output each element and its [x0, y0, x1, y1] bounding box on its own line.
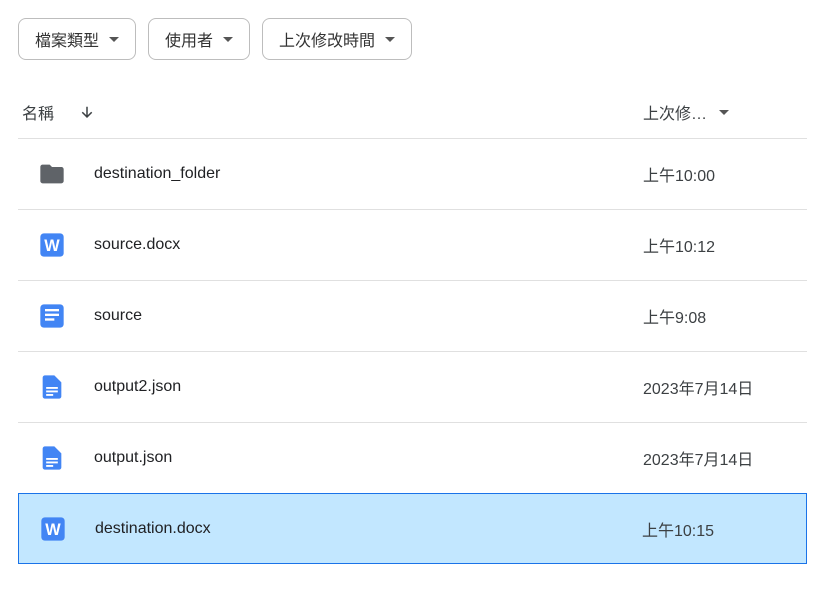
file-modified: 上午9:08 — [643, 304, 803, 328]
column-header-modified[interactable]: 上次修… — [643, 100, 803, 124]
file-row[interactable]: Wsource.docx上午10:12 — [18, 209, 807, 280]
folder-icon — [38, 160, 66, 188]
column-header-name[interactable]: 名稱 — [22, 100, 643, 124]
gdoc-icon — [38, 302, 66, 330]
filter-last-modified-label: 上次修改時間 — [279, 27, 375, 51]
chevron-down-icon — [385, 37, 395, 42]
gfile-icon — [38, 444, 66, 472]
chevron-down-icon — [719, 110, 729, 115]
file-row[interactable]: Wdestination.docx上午10:15 — [18, 493, 807, 564]
file-name: destination_folder — [94, 165, 643, 183]
file-list: 名稱 上次修… destination_folder上午10:00Wsource… — [18, 90, 807, 564]
file-row[interactable]: output.json2023年7月14日 — [18, 422, 807, 493]
file-modified: 上午10:15 — [642, 517, 802, 541]
svg-text:W: W — [45, 520, 61, 538]
svg-text:W: W — [44, 237, 60, 255]
file-row[interactable]: output2.json2023年7月14日 — [18, 351, 807, 422]
chevron-down-icon — [109, 37, 119, 42]
gfile-icon — [38, 373, 66, 401]
filter-file-type[interactable]: 檔案類型 — [18, 18, 136, 60]
file-row[interactable]: source上午9:08 — [18, 280, 807, 351]
column-header-row: 名稱 上次修… — [18, 90, 807, 138]
filter-user[interactable]: 使用者 — [148, 18, 250, 60]
file-modified: 上午10:12 — [643, 233, 803, 257]
word-icon: W — [39, 515, 67, 543]
file-name: destination.docx — [95, 520, 642, 538]
chevron-down-icon — [223, 37, 233, 42]
filter-file-type-label: 檔案類型 — [35, 27, 99, 51]
filter-last-modified[interactable]: 上次修改時間 — [262, 18, 412, 60]
file-row[interactable]: destination_folder上午10:00 — [18, 138, 807, 209]
sort-down-icon — [78, 103, 96, 121]
column-name-label: 名稱 — [22, 100, 54, 124]
file-name: source.docx — [94, 236, 643, 254]
file-name: output2.json — [94, 378, 643, 396]
file-modified: 上午10:00 — [643, 162, 803, 186]
word-icon: W — [38, 231, 66, 259]
filter-user-label: 使用者 — [165, 27, 213, 51]
column-modified-label: 上次修… — [643, 100, 707, 124]
file-name: output.json — [94, 449, 643, 467]
file-modified: 2023年7月14日 — [643, 446, 803, 470]
file-modified: 2023年7月14日 — [643, 375, 803, 399]
filter-bar: 檔案類型 使用者 上次修改時間 — [18, 18, 807, 60]
file-name: source — [94, 307, 643, 325]
